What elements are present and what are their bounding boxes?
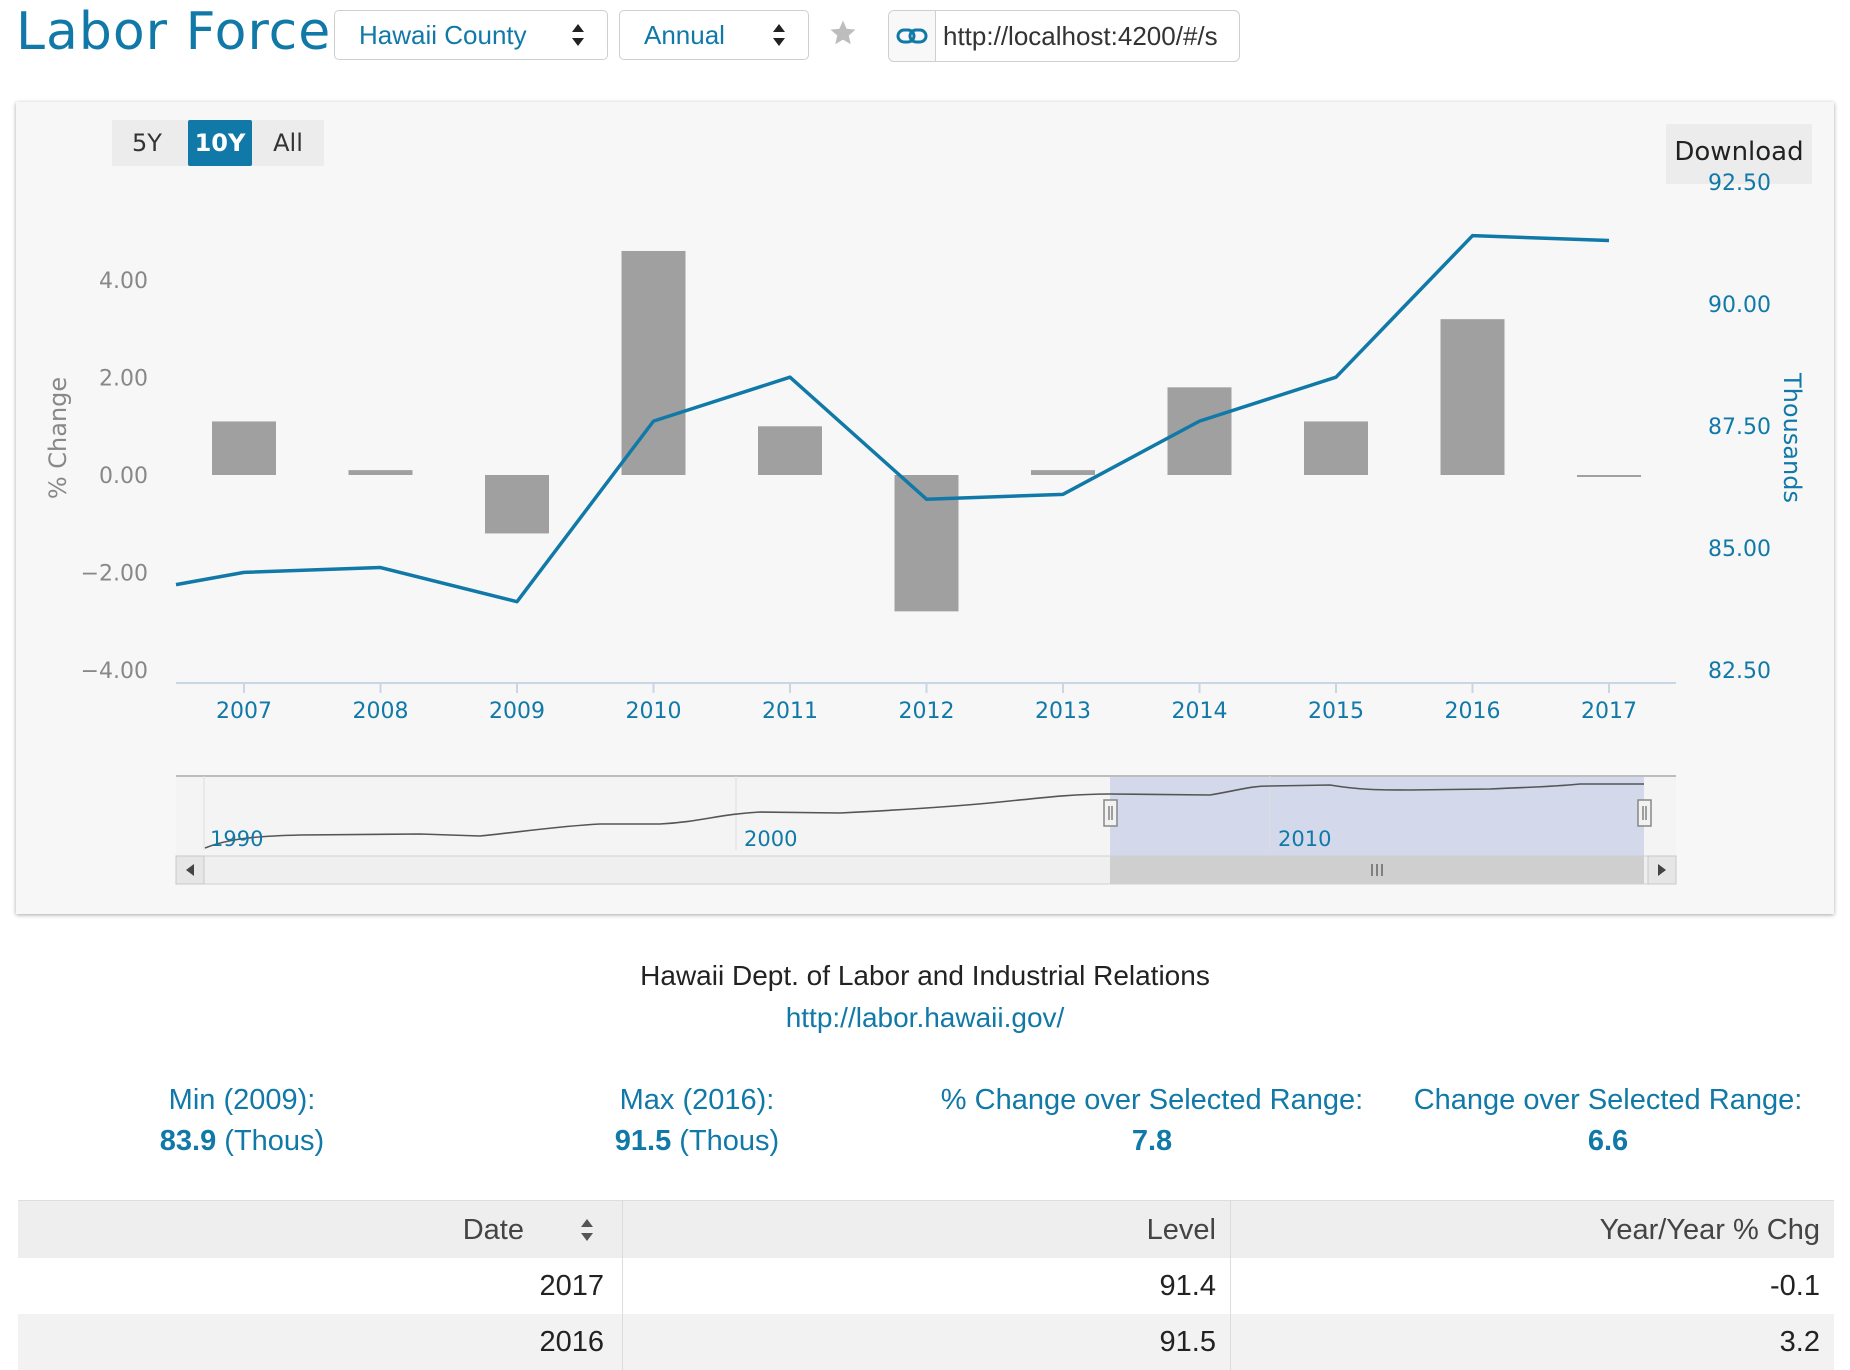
x-tick-label: 2008 — [353, 699, 409, 724]
scroll-right-arrow-icon[interactable] — [1647, 855, 1677, 885]
bar-pct-change[interactable] — [348, 470, 413, 475]
x-tick-label: 2012 — [899, 699, 955, 724]
y-left-tick-label: −2.00 — [81, 561, 148, 586]
yoy-column-header[interactable]: Year/Year % Chg — [1230, 1201, 1834, 1259]
x-tick-label: 2010 — [626, 699, 682, 724]
y-right-tick-label: 85.00 — [1708, 537, 1771, 562]
stat-label: % Change over Selected Range: — [940, 1084, 1364, 1116]
bar-pct-change[interactable] — [1577, 475, 1641, 477]
bar-pct-change[interactable] — [621, 250, 686, 475]
x-tick-label: 2017 — [1581, 699, 1637, 724]
table-row: 2017 91.4 -0.1 — [18, 1258, 1834, 1314]
y-left-tick-label: 0.00 — [99, 464, 148, 489]
stat-label: Change over Selected Range: — [1413, 1084, 1803, 1116]
bar-pct-change[interactable] — [894, 475, 959, 612]
navigator-right-handle[interactable] — [1637, 799, 1652, 827]
navigator-label-1990: 1990 — [210, 827, 263, 851]
stat-label: Min (2009): — [168, 1084, 316, 1116]
stat-change: Change over Selected Range: 6.6 — [1388, 1084, 1828, 1158]
x-tick-label: 2016 — [1445, 699, 1501, 724]
table-cell-level: 91.4 — [1159, 1270, 1216, 1302]
y-right-tick-label: 90.00 — [1708, 293, 1771, 318]
scroll-left-arrow-icon[interactable] — [175, 855, 205, 885]
y-left-tick-label: −4.00 — [81, 659, 148, 684]
sort-icon[interactable] — [578, 1216, 596, 1244]
bar-pct-change[interactable] — [1304, 421, 1368, 475]
navigator-label-2010: 2010 — [1278, 827, 1331, 851]
line-thousands[interactable] — [175, 233, 1610, 604]
table-cell-yoy: -0.1 — [1770, 1270, 1820, 1302]
bar-pct-change[interactable] — [212, 421, 276, 475]
x-tick-label: 2011 — [762, 699, 818, 724]
source-link[interactable]: http://labor.hawaii.gov/ — [0, 1002, 1850, 1034]
bar-pct-change[interactable] — [485, 475, 549, 534]
bar-pct-change[interactable] — [1031, 470, 1095, 475]
stat-label: Max (2016): — [619, 1084, 775, 1116]
x-tick-label: 2013 — [1035, 699, 1091, 724]
date-column-header[interactable]: Date — [18, 1201, 574, 1259]
stat-pct-change: % Change over Selected Range: 7.8 — [932, 1084, 1372, 1158]
y-right-axis-title: Thousands — [1778, 372, 1806, 503]
y-left-tick-label: 2.00 — [99, 367, 148, 392]
stat-unit: (Thous) — [216, 1125, 325, 1157]
date-header-label: Date — [462, 1214, 524, 1246]
x-tick-label: 2009 — [489, 699, 545, 724]
y-left-axis-title: % Change — [44, 377, 72, 499]
y-right-tick-label: 92.50 — [1708, 171, 1771, 196]
labor-force-chart: 2007 2008 2009 2010 2011 2012 2013 2014 2015 2016… — [44, 171, 1806, 885]
stat-value: 7.8 — [1131, 1125, 1173, 1157]
table-header: Date Level Year/Year % Chg — [18, 1200, 1834, 1259]
table-row: 2016 91.5 3.2 — [18, 1314, 1834, 1370]
stat-max: Max (2016): 91.5 (Thous) — [477, 1084, 917, 1158]
table-cell-date: 2017 — [539, 1270, 604, 1302]
y-right-tick-label: 87.50 — [1708, 415, 1771, 440]
stat-unit: (Thous) — [671, 1125, 780, 1157]
y-right-tick-label: 82.50 — [1708, 659, 1771, 684]
x-tick-label: 2014 — [1172, 699, 1228, 724]
table-cell-yoy: 3.2 — [1779, 1326, 1820, 1358]
level-column-header[interactable]: Level — [622, 1201, 1230, 1259]
stat-value: 91.5 — [614, 1125, 672, 1157]
navigator-left-handle[interactable] — [1103, 799, 1118, 827]
navigator[interactable]: 1990 2000 2010 — [175, 775, 1677, 885]
source-name: Hawaii Dept. of Labor and Industrial Rel… — [640, 960, 1210, 991]
y-left-tick-label: 4.00 — [99, 269, 148, 294]
table-cell-date: 2016 — [539, 1326, 604, 1358]
table-cell-level: 91.5 — [1159, 1326, 1216, 1358]
bar-pct-change[interactable] — [758, 426, 822, 475]
x-tick-label: 2015 — [1308, 699, 1364, 724]
bar-pct-change[interactable] — [1440, 319, 1505, 475]
x-tick-label: 2007 — [216, 699, 272, 724]
stat-value: 83.9 — [159, 1125, 217, 1157]
stat-min: Min (2009): 83.9 (Thous) — [22, 1084, 462, 1158]
navigator-label-2000: 2000 — [744, 827, 797, 851]
stat-value: 6.6 — [1587, 1125, 1629, 1157]
